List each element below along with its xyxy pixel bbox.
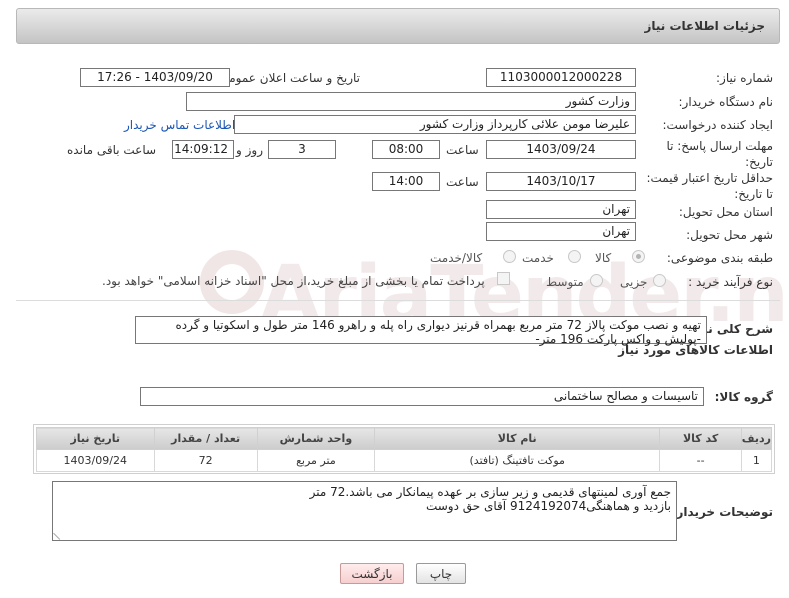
need-number-label: شماره نیاز: [716, 71, 773, 85]
cell-name: موکت تافتینگ (تافتد) [374, 449, 661, 472]
print-button[interactable]: چاپ [416, 563, 466, 584]
requester-field[interactable]: علیرضا مومن علائی کارپرداز وزارت کشور [234, 115, 636, 134]
col-header-quantity: تعداد / مقدار [153, 427, 258, 450]
category-radio-service[interactable] [568, 250, 581, 263]
days-and-label: روز و [236, 143, 263, 157]
city-label: شهر محل تحویل: [686, 228, 773, 242]
cell-row-number: 1 [740, 449, 773, 472]
items-table-frame: ردیف کد کالا نام کالا واحد شمارش تعداد /… [33, 424, 775, 474]
goods-info-heading: اطلاعات کالاهای مورد نیاز [618, 343, 773, 357]
reply-time-label: ساعت [446, 143, 479, 157]
validity-time-label: ساعت [446, 175, 479, 189]
buyer-notes-line-1: جمع آوری لمینتهای قدیمی و زیر سازی بر عه… [309, 485, 671, 499]
price-validity-label: حداقل تاریخ اعتبار قیمت: تا تاریخ: [646, 171, 773, 201]
table-row[interactable]: 1 -- موکت تافتینگ (تافتد) متر مربع 72 14… [36, 449, 773, 472]
province-field[interactable]: تهران [486, 200, 636, 219]
category-option-both: کالا/خدمت [430, 251, 483, 265]
announce-datetime-field[interactable]: 1403/09/20 - 17:26 [80, 68, 230, 87]
buyer-org-field[interactable]: وزارت کشور [186, 92, 636, 111]
payment-note: پرداخت تمام یا بخشی از مبلغ خرید،از محل … [102, 274, 485, 288]
category-option-service: خدمت [522, 251, 554, 265]
purchase-type-label: نوع فرآیند خرید : [688, 275, 773, 289]
days-field[interactable]: 3 [268, 140, 336, 159]
col-header-name: نام کالا [374, 427, 661, 450]
category-radio-both[interactable] [503, 250, 516, 263]
goods-group-label: گروه کالا: [714, 390, 773, 404]
buyer-notes-label: توضیحات خریدار: [671, 505, 773, 519]
purchase-option-minor: جزیی [620, 275, 648, 289]
remaining-time-field[interactable]: 14:09:12 [172, 140, 234, 159]
cell-need-date: 1403/09/24 [36, 449, 155, 472]
validity-date-field[interactable]: 1403/10/17 [486, 172, 636, 191]
requester-label: ایجاد کننده درخواست: [662, 118, 773, 132]
time-left-label: ساعت باقی مانده [67, 143, 157, 157]
buyer-notes-line-2: بازدید و هماهنگی9124192074 آقای حق دوست [425, 499, 671, 513]
reply-deadline-label: مهلت ارسال پاسخ: تا تاریخ: [666, 139, 773, 169]
reply-date-field[interactable]: 1403/09/24 [486, 140, 636, 159]
back-button[interactable]: بازگشت [340, 563, 404, 584]
category-option-goods: کالا [595, 251, 612, 265]
goods-group-field[interactable]: تاسیسات و مصالح ساختمانی [140, 387, 704, 406]
purchase-radio-medium[interactable] [590, 274, 603, 287]
col-header-need-date: تاریخ نیاز [36, 427, 155, 450]
general-desc-field[interactable]: تهیه و نصب موکت پالاز 72 متر مربع بهمراه… [135, 316, 707, 346]
validity-time-field[interactable]: 14:00 [372, 172, 440, 191]
announce-datetime-label: تاریخ و ساعت اعلان عمومی: [215, 71, 360, 85]
category-radio-goods[interactable] [632, 250, 645, 263]
need-number-field[interactable]: 1103000012000228 [486, 68, 636, 87]
col-header-unit: واحد شمارش [256, 427, 376, 450]
city-field[interactable]: تهران [486, 222, 636, 241]
divider [16, 300, 780, 301]
resize-grip-icon[interactable] [53, 527, 66, 540]
cell-quantity: 72 [153, 449, 258, 472]
col-header-code: کد کالا [659, 427, 742, 450]
purchase-option-medium: متوسط [546, 275, 584, 289]
col-header-row-number: ردیف [740, 427, 773, 450]
reply-time-field[interactable]: 08:00 [372, 140, 440, 159]
buyer-org-label: نام دستگاه خریدار: [678, 95, 774, 109]
cell-unit: متر مربع [256, 449, 376, 472]
header-bar: جزئیات اطلاعات نیاز [16, 8, 780, 44]
province-label: استان محل تحویل: [678, 205, 773, 219]
purchase-radio-minor[interactable] [653, 274, 666, 287]
payment-checkbox[interactable] [497, 272, 510, 285]
items-table: ردیف کد کالا نام کالا واحد شمارش تعداد /… [36, 427, 773, 472]
cell-code: -- [659, 449, 742, 472]
table-header-row: ردیف کد کالا نام کالا واحد شمارش تعداد /… [36, 427, 773, 450]
category-label: طبقه بندی موضوعی: [666, 251, 773, 265]
buyer-contact-link[interactable]: اطلاعات تماس خریدار [124, 118, 235, 132]
buyer-notes-field[interactable]: جمع آوری لمینتهای قدیمی و زیر سازی بر عه… [52, 481, 677, 541]
page-title: جزئیات اطلاعات نیاز [644, 19, 765, 33]
